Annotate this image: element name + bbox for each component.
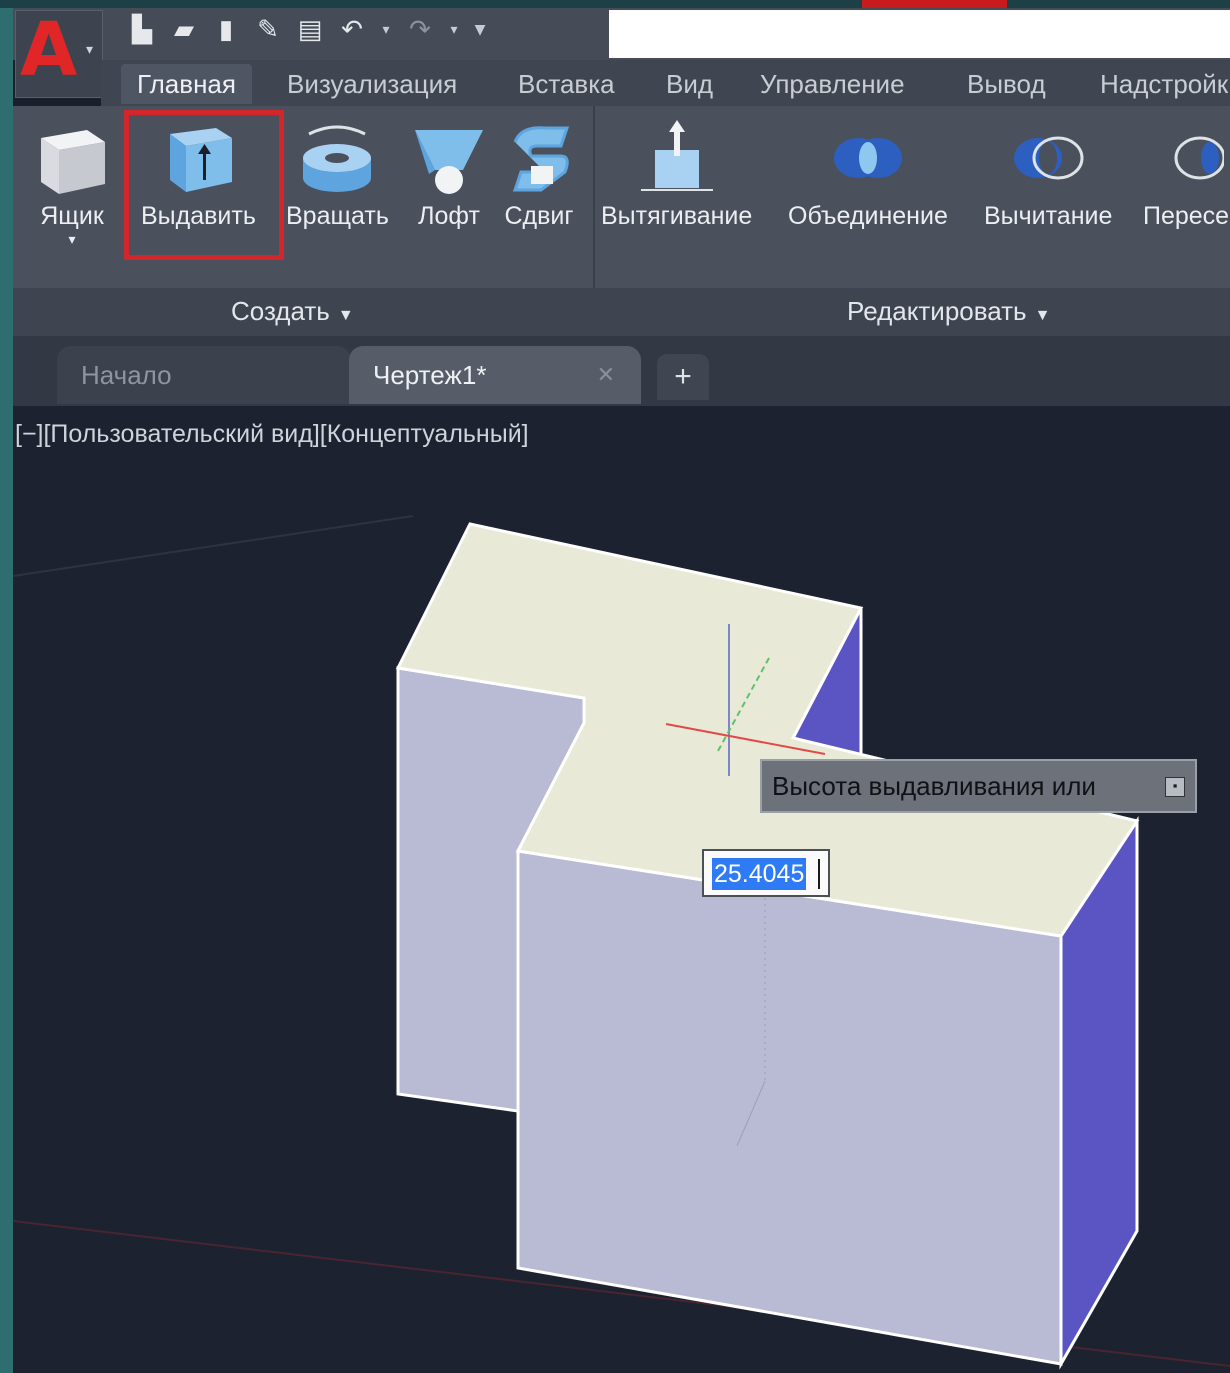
tab-manage[interactable]: Управление <box>760 64 905 104</box>
redo-icon[interactable]: ↷ <box>405 14 435 46</box>
loft-label: Лофт <box>418 202 480 230</box>
box-tool[interactable]: Ящик ▾ <box>35 120 109 248</box>
ribbon-tabs: Главная Визуализация Вставка Вид Управле… <box>101 60 1230 106</box>
prompt-text: Высота выдавливания или <box>772 771 1096 801</box>
tab-view[interactable]: Вид <box>666 64 713 104</box>
extruded-solid-3d <box>13 515 1230 1370</box>
subtract-icon <box>1014 136 1084 180</box>
union-icon <box>833 138 902 178</box>
revolve-tool[interactable]: Вращать <box>286 120 389 231</box>
save-as-icon[interactable]: ✎ <box>253 14 283 46</box>
subtract-tool[interactable]: Вычитание <box>984 120 1112 231</box>
close-icon[interactable]: ✕ <box>597 346 615 404</box>
chevron-down-icon: ▼ <box>1034 307 1051 324</box>
intersect-tool[interactable]: Пересе <box>1143 120 1229 231</box>
ribbon-group-titles: Создать ▼ Редактировать ▼ <box>13 288 1230 336</box>
revolve-label: Вращать <box>286 202 389 230</box>
drawing-viewport[interactable]: [−][Пользовательский вид][Концептуальный… <box>13 406 1230 1373</box>
extrusion-height-input[interactable]: 25.4045 <box>702 849 830 897</box>
customize-icon[interactable]: ▼ <box>473 14 487 46</box>
top-border <box>0 0 1230 8</box>
new-tab-button[interactable]: + <box>657 354 709 400</box>
tab-drawing1[interactable]: Чертеж1* ✕ <box>349 346 641 404</box>
chevron-down-icon: ▾ <box>86 41 94 57</box>
dynamic-input-prompt: Высота выдавливания или ▪ <box>760 759 1197 813</box>
tab-insert[interactable]: Вставка <box>518 64 615 104</box>
save-icon[interactable]: ▮ <box>211 14 241 46</box>
undo-dropdown-icon[interactable]: ▾ <box>379 14 393 46</box>
autocad-window: ▙ ▰ ▮ ✎ ▤ ↶ ▾ ↷ ▾ ▼ A ▾ Главная Визуализ… <box>13 8 1230 1373</box>
extrusion-height-value: 25.4045 <box>712 858 807 890</box>
create-group-title[interactable]: Создать ▼ <box>231 296 354 327</box>
union-label: Объединение <box>788 202 948 230</box>
print-icon[interactable]: ▤ <box>295 14 325 46</box>
red-accent-bar <box>862 0 1007 8</box>
quick-access-toolbar: ▙ ▰ ▮ ✎ ▤ ↶ ▾ ↷ ▾ ▼ <box>13 8 1230 60</box>
presspull-tool[interactable]: Вытягивание <box>601 120 752 231</box>
chevron-down-icon: ▼ <box>337 307 354 324</box>
tab-output[interactable]: Вывод <box>967 64 1046 104</box>
sweep-tool[interactable]: Сдвиг <box>501 120 577 231</box>
solid-front-face <box>516 849 1063 1366</box>
sweep-icon <box>512 126 570 192</box>
loft-tool[interactable]: Лофт <box>411 120 487 231</box>
text-caret <box>818 859 820 889</box>
box-label: Ящик <box>40 202 104 230</box>
intersect-icon <box>1174 136 1225 180</box>
presspull-label: Вытягивание <box>601 202 753 230</box>
background-stripe <box>0 0 13 1373</box>
open-folder-icon[interactable]: ▰ <box>169 14 199 46</box>
plus-icon: + <box>674 360 692 393</box>
application-menu-button[interactable]: A ▾ <box>15 8 103 98</box>
extrude-highlight-frame <box>124 110 284 260</box>
loft-icon <box>415 130 483 194</box>
tab-visualize[interactable]: Визуализация <box>287 64 457 104</box>
grid-line <box>13 515 414 577</box>
intersect-label: Пересе <box>1143 202 1230 230</box>
tab-start[interactable]: Начало <box>57 346 351 404</box>
sweep-label: Сдвиг <box>504 202 574 230</box>
box-dropdown-icon[interactable]: ▾ <box>35 231 109 248</box>
app-logo: A <box>20 8 78 93</box>
union-tool[interactable]: Объединение <box>788 120 948 231</box>
document-tabs: Начало Чертеж1* ✕ + <box>13 336 1230 406</box>
presspull-icon <box>640 120 713 191</box>
revolve-icon <box>303 125 372 192</box>
options-icon[interactable]: ▪ <box>1165 777 1185 797</box>
tab-addins[interactable]: Надстройк <box>1100 64 1228 104</box>
title-bar-field <box>609 10 1230 58</box>
undo-icon[interactable]: ↶ <box>337 14 367 46</box>
edit-group-title[interactable]: Редактировать ▼ <box>847 296 1050 327</box>
box-icon <box>41 130 105 194</box>
redo-dropdown-icon[interactable]: ▾ <box>447 14 461 46</box>
new-file-icon[interactable]: ▙ <box>127 14 157 46</box>
subtract-label: Вычитание <box>984 202 1113 230</box>
tab-home[interactable]: Главная <box>121 64 252 104</box>
